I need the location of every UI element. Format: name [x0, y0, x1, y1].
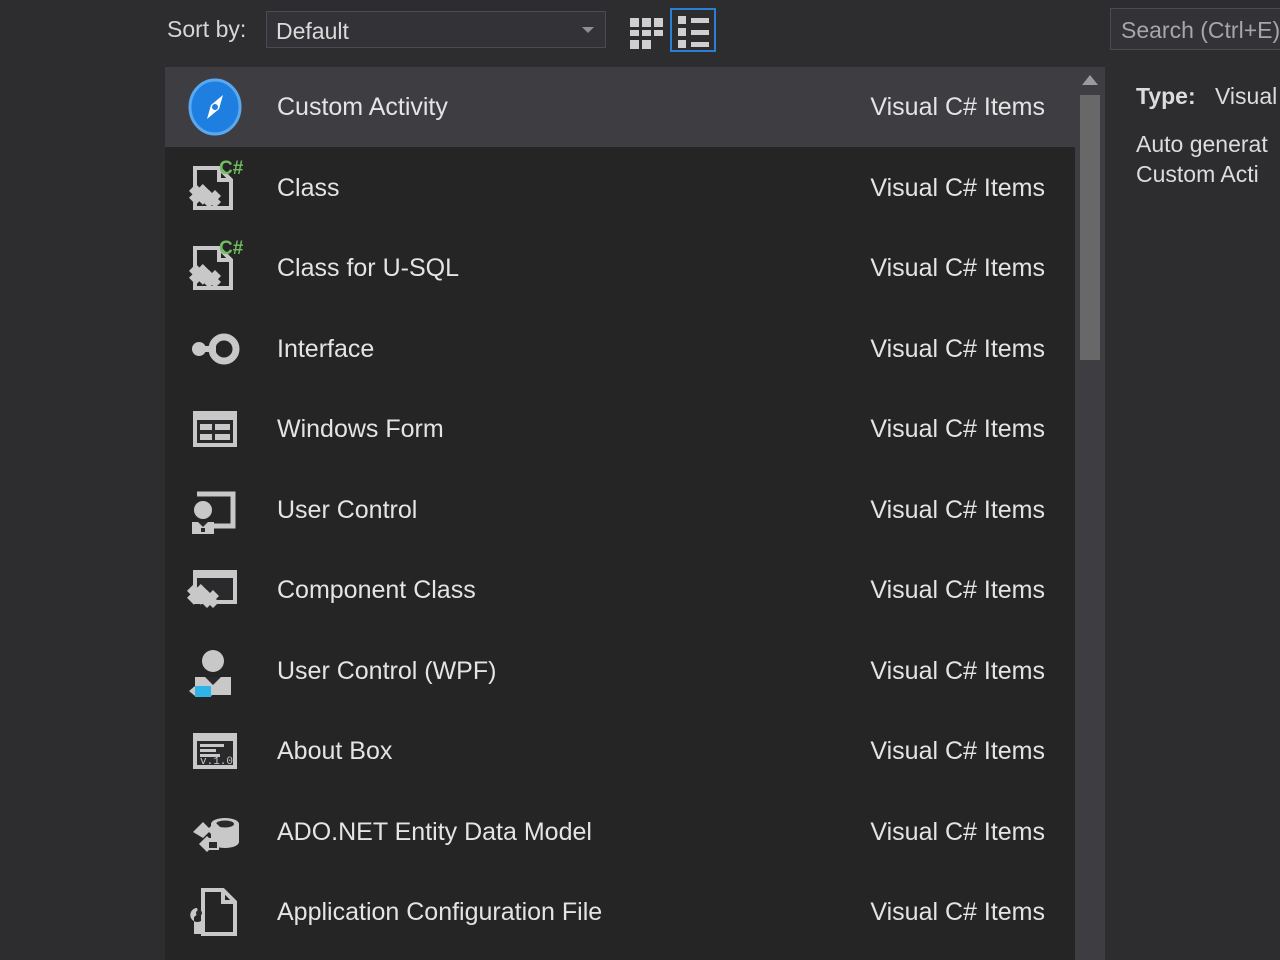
list-item-label: Class for U-SQL: [277, 254, 459, 282]
list-item-category: Visual C# Items: [870, 495, 1045, 524]
grid-view-icon: [630, 18, 639, 27]
toolbar: Sort by: Default: [0, 0, 1280, 60]
scrollbar-thumb[interactable]: [1080, 95, 1100, 360]
grid-view-icon-cell: [642, 40, 651, 49]
windows-form-icon: [185, 399, 245, 459]
detail-type-label: Type:: [1136, 83, 1196, 109]
grid-view-icon-cell: [654, 18, 663, 27]
list-item-category: Visual C# Items: [870, 334, 1045, 363]
sort-by-dropdown[interactable]: Default: [266, 11, 606, 48]
list-item-label: ADO.NET Entity Data Model: [277, 817, 592, 846]
list-item[interactable]: C# Class Visual C# Items: [165, 148, 1075, 228]
list-item[interactable]: Component Class Visual C# Items: [165, 550, 1075, 630]
chevron-down-icon: [582, 27, 594, 33]
component-class-icon: [185, 560, 245, 620]
list-item[interactable]: User Control (WPF) Visual C# Items: [165, 631, 1075, 711]
grid-view-icon-cell: [642, 30, 651, 36]
list-item-category: Visual C# Items: [870, 737, 1045, 765]
list-view-icon-line: [691, 18, 709, 23]
grid-view-icon-cell: [654, 30, 663, 36]
list-item-label: Class: [277, 173, 340, 202]
svg-text:C#: C#: [219, 158, 244, 179]
list-item[interactable]: Custom Activity Visual C# Items: [165, 67, 1075, 147]
list-view-icon-line: [691, 30, 709, 35]
user-control-icon: [185, 480, 245, 540]
list-item-category: Visual C# Items: [870, 817, 1045, 846]
svg-text:v.1.0: v.1.0: [200, 756, 233, 768]
scroll-up-arrow-icon[interactable]: [1082, 75, 1098, 85]
detail-panel: Type: Visual Auto generat Custom Acti ..…: [1110, 67, 1280, 960]
interface-icon: [185, 319, 245, 379]
about-box-icon: v.1.0: [185, 721, 245, 781]
grid-view-toggle-button[interactable]: [623, 10, 663, 50]
svg-text:C#: C#: [219, 238, 244, 259]
detail-description-line-2: Custom Acti: [1136, 161, 1259, 187]
sort-by-label: Sort by:: [167, 16, 247, 42]
grid-view-icon-cell: [642, 18, 651, 27]
list-item[interactable]: User Control Visual C# Items: [165, 470, 1075, 550]
list-item[interactable]: Windows Form Visual C# Items: [165, 389, 1075, 469]
list-vertical-scrollbar[interactable]: [1075, 67, 1105, 960]
list-item[interactable]: Interface Visual C# Items: [165, 309, 1075, 389]
search-placeholder-text: Search (Ctrl+E): [1121, 17, 1280, 43]
list-item[interactable]: ADO.NET Entity Data Model Visual C# Items: [165, 792, 1075, 872]
database-model-icon: [185, 802, 245, 862]
list-item-category: Visual C# Items: [870, 415, 1045, 443]
list-item-category: Visual C# Items: [870, 656, 1045, 685]
detail-description: Auto generat Custom Acti: [1136, 129, 1280, 189]
grid-view-icon-cell: [630, 30, 639, 36]
list-item[interactable]: Application Configuration File Visual C# …: [165, 872, 1075, 952]
config-file-icon: [185, 882, 245, 942]
list-item-category: Visual C# Items: [870, 898, 1045, 926]
list-view-icon: [678, 16, 686, 24]
list-item-label: Interface: [277, 334, 375, 363]
detail-description-line-1: Auto generat: [1136, 131, 1268, 157]
detail-type-value: Visual: [1215, 83, 1278, 109]
list-view-icon-line: [691, 42, 709, 47]
list-item-label: User Control: [277, 495, 418, 524]
list-item-label: Windows Form: [277, 415, 444, 443]
list-view-icon-bullet: [678, 28, 686, 36]
list-item-category: Visual C# Items: [870, 254, 1045, 282]
list-view-toggle-button[interactable]: [670, 8, 716, 52]
search-input[interactable]: Search (Ctrl+E): [1110, 8, 1280, 50]
class-csharp-icon: C#: [185, 158, 245, 218]
item-template-list[interactable]: Custom Activity Visual C# Items C# Class Vis…: [165, 67, 1075, 960]
sort-by-selected-value: Default: [276, 18, 349, 44]
grid-view-icon-cell: [630, 40, 639, 49]
list-item-label: Component Class: [277, 576, 476, 604]
list-item-category: Visual C# Items: [870, 93, 1045, 121]
list-item-label: Application Configuration File: [277, 898, 603, 926]
list-item[interactable]: C# Class for U-SQL Visual C# Items: [165, 228, 1075, 308]
user-control-wpf-icon: [185, 641, 245, 701]
list-view-icon-bullet: [678, 40, 686, 48]
add-new-item-dialog: Sort by: Default Search (Ctrl+E) Custom …: [0, 0, 1280, 960]
class-csharp-icon: C#: [185, 238, 245, 298]
list-item-category: Visual C# Items: [870, 173, 1045, 202]
list-item-label: About Box: [277, 737, 393, 765]
list-item-category: Visual C# Items: [870, 576, 1045, 604]
compass-icon: [185, 77, 245, 137]
list-item[interactable]: v.1.0 About Box Visual C# Items: [165, 711, 1075, 791]
list-item-label: Custom Activity: [277, 93, 448, 121]
list-item-label: User Control (WPF): [277, 656, 497, 685]
